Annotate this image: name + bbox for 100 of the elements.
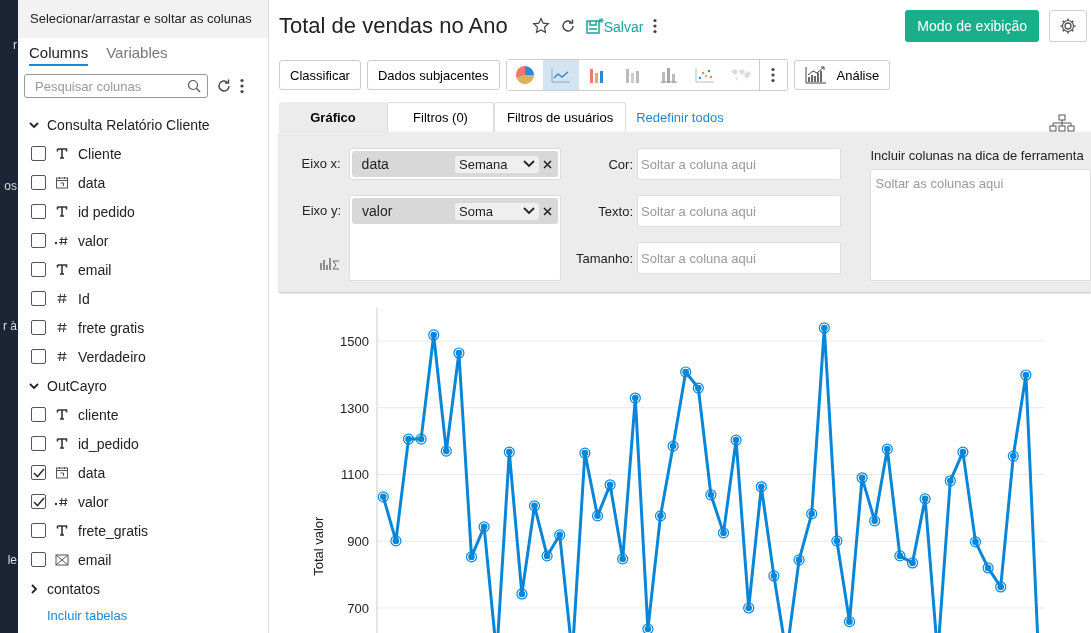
- checkbox[interactable]: [31, 523, 46, 538]
- drop-area[interactable]: Soltar as colunas aqui: [870, 169, 1091, 281]
- data-point[interactable]: [654, 510, 667, 522]
- column-name[interactable]: Id: [78, 290, 90, 307]
- column-name[interactable]: cliente: [78, 406, 119, 423]
- aggregation-dropdown[interactable]: Semana: [455, 155, 539, 173]
- chevron-down-icon[interactable]: [29, 380, 39, 391]
- data-point[interactable]: [818, 322, 830, 334]
- data-point[interactable]: [806, 508, 818, 520]
- nav-label[interactable]: r à: [3, 319, 17, 333]
- data-point[interactable]: [591, 510, 604, 522]
- analysis-button[interactable]: Análise: [793, 60, 891, 90]
- checkbox[interactable]: [31, 175, 46, 190]
- data-point[interactable]: [617, 553, 629, 565]
- data-point[interactable]: [390, 535, 402, 547]
- data-point[interactable]: [793, 554, 805, 566]
- column-name[interactable]: data: [78, 464, 106, 481]
- checkbox[interactable]: [31, 320, 46, 335]
- data-point[interactable]: [667, 440, 679, 452]
- table-name[interactable]: OutCayro: [47, 377, 107, 394]
- data-point[interactable]: [730, 434, 742, 446]
- config-tab[interactable]: Filtros de usuários: [494, 102, 627, 132]
- drop-field[interactable]: Soltar a coluna aqui: [637, 242, 841, 274]
- data-point[interactable]: [465, 551, 478, 563]
- checkbox[interactable]: [31, 465, 46, 480]
- settings-button[interactable]: [1049, 10, 1087, 42]
- nav-label[interactable]: os: [4, 179, 17, 193]
- data-point[interactable]: [1007, 450, 1019, 462]
- line-chart-button[interactable]: [542, 60, 579, 90]
- config-tab[interactable]: Gráfico: [279, 102, 387, 132]
- include-tables-link[interactable]: Incluir tabelas: [28, 603, 268, 623]
- data-point[interactable]: [415, 433, 427, 445]
- checkbox[interactable]: [31, 291, 46, 306]
- column-name[interactable]: Verdadeiro: [78, 348, 146, 365]
- column-name[interactable]: Cliente: [78, 145, 122, 162]
- close-icon[interactable]: [543, 206, 552, 216]
- checkbox[interactable]: [31, 204, 46, 219]
- data-point[interactable]: [969, 536, 982, 548]
- data-point[interactable]: [1020, 369, 1032, 381]
- column-name[interactable]: valor: [78, 493, 109, 510]
- data-point[interactable]: [995, 581, 1007, 593]
- drop-field[interactable]: Soltar a coluna aqui: [637, 195, 841, 227]
- column-name[interactable]: data: [78, 174, 106, 191]
- sidebar-tab[interactable]: Columns: [29, 44, 89, 66]
- chevron-right-icon[interactable]: [29, 583, 39, 594]
- data-point[interactable]: [377, 491, 389, 503]
- data-point[interactable]: [516, 588, 528, 600]
- checkbox[interactable]: [31, 233, 46, 248]
- data-point[interactable]: [705, 489, 717, 501]
- chevron-down-icon[interactable]: [29, 119, 39, 130]
- more-icon[interactable]: [240, 78, 244, 94]
- aggregation-dropdown[interactable]: Soma: [455, 202, 539, 220]
- data-point[interactable]: [755, 481, 767, 493]
- search-field[interactable]: Pesquisar colunas: [24, 74, 208, 98]
- nav-label[interactable]: le: [7, 553, 17, 567]
- data-point[interactable]: [680, 366, 692, 378]
- more-chart-types-button[interactable]: [758, 60, 787, 90]
- checkbox[interactable]: [31, 146, 46, 161]
- data-point[interactable]: [428, 329, 440, 341]
- data-point[interactable]: [881, 443, 893, 455]
- nav-label[interactable]: r: [13, 38, 17, 52]
- drop-field[interactable]: Soltar a coluna aqui: [637, 148, 841, 180]
- data-point[interactable]: [944, 475, 956, 487]
- table-name[interactable]: Consulta Relatório Cliente: [47, 116, 210, 133]
- data-point[interactable]: [982, 562, 994, 574]
- checkbox[interactable]: [31, 436, 46, 451]
- hierarchy-icon[interactable]: [1049, 114, 1075, 132]
- data-point[interactable]: [528, 500, 541, 512]
- table-name[interactable]: contatos: [47, 580, 100, 597]
- data-point[interactable]: [629, 392, 641, 404]
- sidebar-tab[interactable]: Variables: [106, 44, 168, 66]
- checkbox[interactable]: [31, 552, 46, 567]
- data-point[interactable]: [541, 550, 553, 562]
- column-name[interactable]: email: [78, 261, 112, 278]
- data-point[interactable]: [402, 433, 415, 445]
- column-name[interactable]: valor: [78, 232, 109, 249]
- data-point[interactable]: [642, 623, 654, 633]
- data-point[interactable]: [894, 550, 906, 562]
- column-name[interactable]: frete_gratis: [78, 522, 149, 539]
- checkbox[interactable]: [31, 262, 46, 277]
- star-icon[interactable]: [531, 17, 550, 35]
- bars-sum-icon[interactable]: [319, 257, 341, 271]
- data-point[interactable]: [440, 445, 452, 457]
- data-point[interactable]: [453, 347, 465, 359]
- data-point[interactable]: [743, 602, 755, 614]
- data-point[interactable]: [717, 527, 730, 539]
- data-point[interactable]: [869, 515, 881, 527]
- toolbar-button[interactable]: Dados subjacentes: [366, 60, 500, 90]
- search-icon[interactable]: [187, 79, 201, 93]
- reset-all-link[interactable]: Redefinir todos: [626, 110, 724, 132]
- data-point[interactable]: [957, 446, 969, 458]
- checkbox[interactable]: [31, 494, 46, 509]
- refresh-icon[interactable]: [559, 18, 576, 34]
- data-point[interactable]: [554, 529, 566, 541]
- checkbox[interactable]: [31, 349, 46, 364]
- data-point[interactable]: [478, 521, 490, 533]
- data-point[interactable]: [906, 557, 919, 569]
- data-point[interactable]: [768, 570, 780, 582]
- config-tab[interactable]: Filtros (0): [387, 102, 494, 132]
- column-pill[interactable]: valor Soma: [352, 198, 558, 224]
